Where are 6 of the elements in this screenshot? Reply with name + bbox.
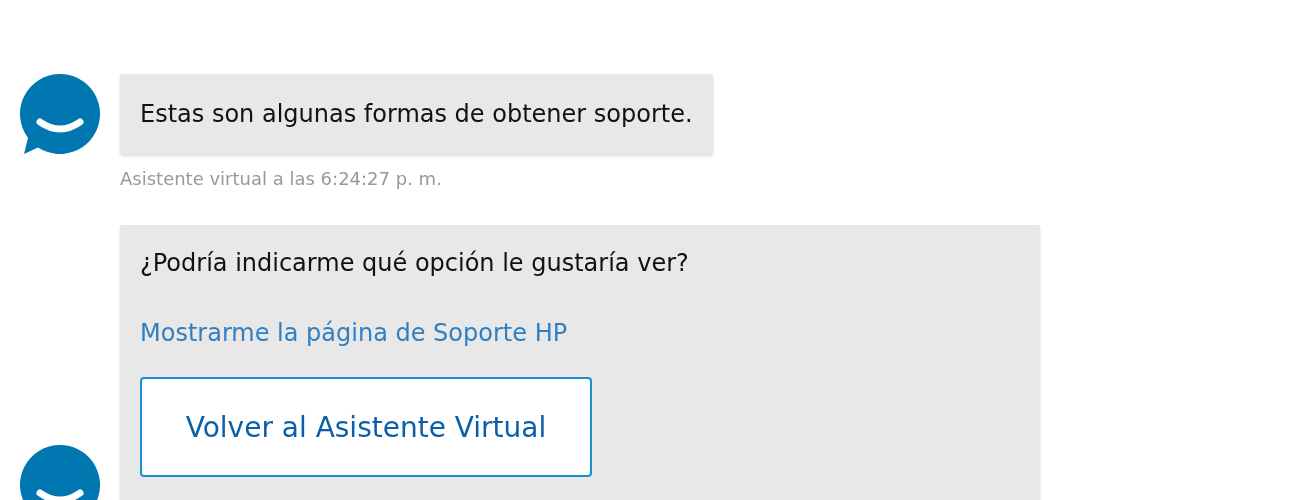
message-text: Estas son algunas formas de obtener soporte.: [140, 100, 693, 128]
message-timestamp: Asistente virtual a las 6:24:27 p. m.: [120, 168, 443, 189]
message-text: ¿Podría indicarme qué opción le gustaría ver?: [140, 249, 689, 277]
support-page-link[interactable]: Mostrarme la página de Soporte HP: [140, 319, 568, 347]
back-to-assistant-button[interactable]: Volver al Asistente Virtual: [140, 377, 592, 477]
chat-bot-avatar-icon: [20, 74, 100, 154]
